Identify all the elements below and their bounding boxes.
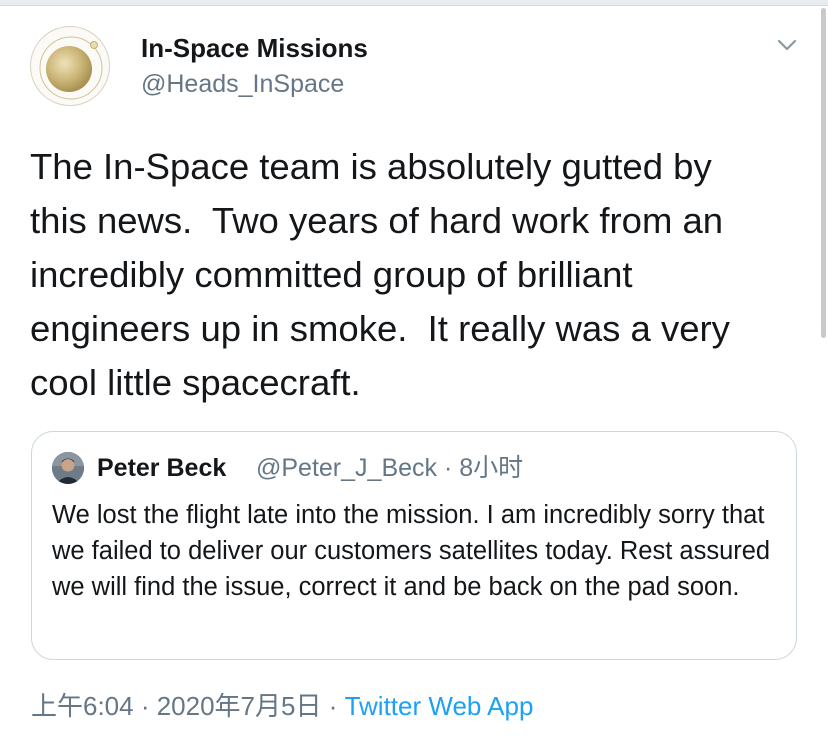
quoted-tweet[interactable]: Peter Beck @Peter_J_Beck · 8小时 We lost t…: [31, 431, 797, 660]
quoted-text: We lost the flight late into the mission…: [52, 501, 771, 601]
timestamp[interactable]: 上午6:04 · 2020年7月5日 ·: [31, 691, 345, 721]
author-handle[interactable]: @Heads_InSpace: [141, 66, 368, 102]
tweet-text: The In-Space team is absolutely gutted b…: [30, 146, 730, 403]
tweet-footer: 上午6:04 · 2020年7月5日 · Twitter Web App: [31, 688, 533, 724]
quoted-meta: @Peter_J_Beck · 8小时: [256, 454, 524, 482]
chevron-down-icon[interactable]: [774, 32, 800, 58]
tweet-header: In-Space Missions @Heads_InSpace: [30, 26, 800, 116]
author-names: In-Space Missions @Heads_InSpace: [141, 30, 368, 102]
author-display-name[interactable]: In-Space Missions: [141, 30, 368, 66]
source-link[interactable]: Twitter Web App: [345, 691, 534, 721]
quoted-display-name[interactable]: Peter Beck: [97, 450, 226, 486]
gold-circle-logo-icon: [39, 36, 103, 100]
top-divider: [0, 0, 828, 6]
avatar[interactable]: [30, 26, 110, 106]
quoted-avatar[interactable]: [52, 452, 84, 484]
tweet-detail: In-Space Missions @Heads_InSpace The In-…: [0, 0, 828, 748]
scrollbar[interactable]: [821, 8, 826, 338]
